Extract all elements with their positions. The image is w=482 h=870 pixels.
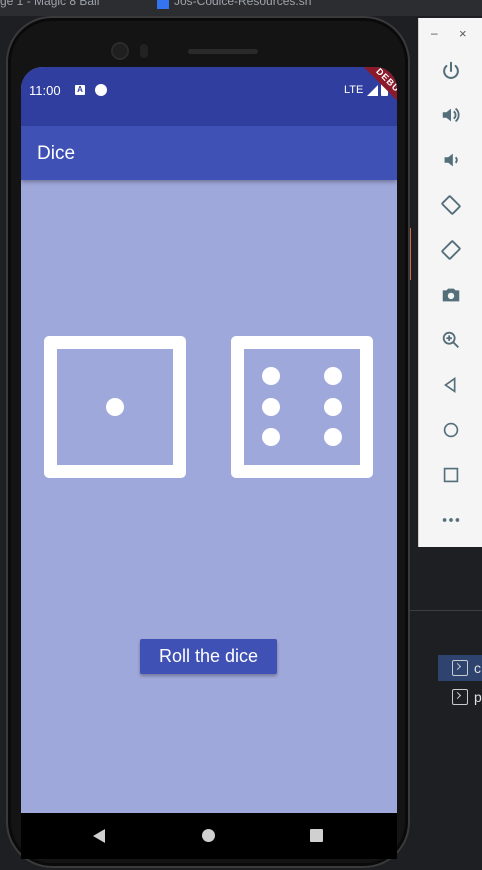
terminal-item-1[interactable]: c xyxy=(438,655,482,681)
die-pip xyxy=(324,428,342,446)
rotate-right-icon[interactable] xyxy=(439,238,463,262)
status-time: 11:00 xyxy=(29,83,61,98)
page-title: Dice xyxy=(37,143,76,164)
status-bar: 11:00 A LTE DEBUG xyxy=(21,67,397,126)
signal-icon xyxy=(367,85,378,96)
die-pip xyxy=(262,428,280,446)
die-pip xyxy=(262,398,280,416)
ide-file-text: Jos-Codice-Resources.sh xyxy=(174,0,312,8)
close-button[interactable]: × xyxy=(459,26,467,41)
roll-dice-button[interactable]: Roll the dice xyxy=(140,639,277,674)
left-die[interactable] xyxy=(44,336,186,478)
overview-icon[interactable] xyxy=(439,463,463,487)
power-icon[interactable] xyxy=(439,59,463,83)
nav-back-icon[interactable] xyxy=(93,829,105,843)
terminal-icon xyxy=(452,660,468,676)
terminal-label: p xyxy=(474,689,482,705)
die-pip xyxy=(106,398,124,416)
nav-recents-icon[interactable] xyxy=(310,829,323,842)
notification-app-icon xyxy=(95,84,107,96)
terminal-icon xyxy=(452,689,468,705)
volume-down-icon[interactable] xyxy=(439,148,463,172)
die-pip xyxy=(262,367,280,385)
ide-divider xyxy=(408,610,482,611)
speaker-grille xyxy=(188,49,258,54)
zoom-icon[interactable] xyxy=(439,328,463,352)
die-pip xyxy=(324,398,342,416)
android-nav-bar xyxy=(21,813,397,859)
network-type: LTE xyxy=(344,84,364,96)
front-camera-icon xyxy=(111,42,129,60)
home-icon[interactable] xyxy=(439,418,463,442)
app-screen: 11:00 A LTE DEBUG Dice Roll the dice xyxy=(21,67,397,854)
terminal-label: c xyxy=(474,660,481,676)
minimize-button[interactable]: – xyxy=(431,26,438,40)
camera-icon[interactable] xyxy=(439,283,463,307)
volume-up-icon[interactable] xyxy=(439,103,463,127)
ide-title-strip: ge 1 - Magic 8 Ball Jos-Codice-Resources… xyxy=(0,0,482,16)
die-pip xyxy=(324,367,342,385)
sensor-icon xyxy=(140,44,148,58)
nav-home-icon[interactable] xyxy=(202,829,215,842)
app-bar: Dice xyxy=(21,126,397,180)
back-icon[interactable] xyxy=(439,373,463,397)
right-die[interactable] xyxy=(231,336,373,478)
notification-a-icon: A xyxy=(75,85,85,95)
emulator-toolbar: – × xyxy=(418,18,482,547)
file-icon xyxy=(157,0,169,9)
more-icon[interactable] xyxy=(439,508,463,532)
rotate-left-icon[interactable] xyxy=(439,193,463,217)
terminal-item-2[interactable]: p xyxy=(438,684,482,710)
ide-title-text: ge 1 - Magic 8 Ball xyxy=(0,0,100,8)
